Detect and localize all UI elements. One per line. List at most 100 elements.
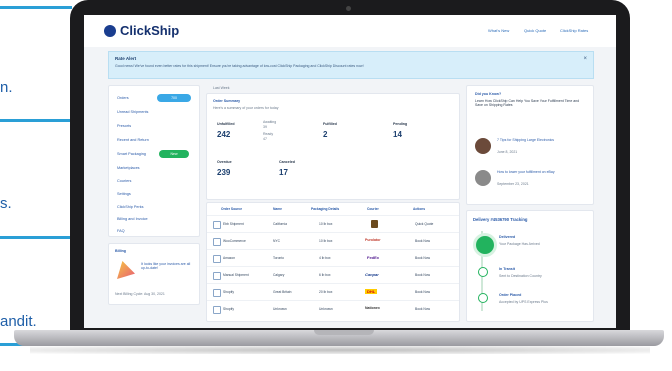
billing-title: Billing	[115, 249, 126, 253]
close-icon[interactable]: ×	[583, 56, 587, 62]
left-text-2: s.	[0, 195, 12, 212]
mini-b-value: 47	[263, 137, 267, 141]
checkbox-icon[interactable]	[213, 306, 221, 314]
news-text: Learn How ClickShip Can Help You Save Yo…	[475, 99, 580, 107]
step-text: Sent to Destination Country	[499, 274, 542, 278]
news-card: Did you Know? Learn How ClickShip Can He…	[466, 85, 594, 205]
article-thumbnail[interactable]	[475, 138, 491, 154]
checkbox-icon[interactable]	[213, 289, 221, 297]
col-name[interactable]: Name	[273, 207, 282, 211]
row-pack: 4 lb box	[319, 256, 331, 260]
table-row[interactable]: WooCommerce NYC 10 lb box Purolator Book…	[207, 232, 459, 250]
row-courier: DHL	[365, 289, 378, 294]
orders-table: Order Source Name Packaging Details Cour…	[206, 202, 460, 322]
row-action[interactable]: Book Now	[415, 273, 430, 277]
party-icon	[117, 261, 135, 279]
summary-filter[interactable]: Last Week	[213, 86, 229, 90]
step-text: Your Package Has Arrived	[499, 242, 540, 246]
left-text-1: n.	[0, 79, 13, 96]
sidebar-item-couriers[interactable]: Couriers	[117, 179, 131, 183]
check-icon	[478, 293, 488, 303]
article-title[interactable]: How to lower your fulfillment on eBay	[497, 170, 577, 174]
row-pack: 10 lb box	[319, 239, 333, 243]
table-row[interactable]: Shopify Unknown Unknown Nationex Book No…	[207, 300, 459, 318]
checkbox-icon[interactable]	[213, 238, 221, 246]
row-name: Unknown	[273, 307, 287, 311]
laptop-screen: ClickShip What's New Quick Quote ClickSh…	[84, 15, 616, 328]
nav-quick-quote[interactable]: Quick Quote	[524, 28, 546, 33]
row-pack: 20 lb box	[319, 290, 333, 294]
sidebar-item-orders[interactable]: Orders	[117, 96, 129, 100]
stat-pending-value: 14	[393, 130, 402, 139]
col-source[interactable]: Order Source	[221, 207, 242, 211]
sidebar-item-returns[interactable]: Recent and Return	[117, 138, 149, 142]
stat-overdue-label: Overdue	[217, 160, 232, 164]
new-badge: New	[159, 150, 189, 158]
mini-a-label: Awaiting	[263, 120, 277, 124]
table-row[interactable]: Manual Shipment Calgary 6 lb box Canpar …	[207, 266, 459, 284]
mini-b-label: Ready	[263, 132, 274, 136]
stat-fulfilled-label: Fulfilled	[323, 122, 337, 126]
box-icon	[371, 220, 378, 228]
col-packaging[interactable]: Packaging Details	[311, 207, 339, 211]
article-thumbnail[interactable]	[475, 170, 491, 186]
table-row[interactable]: Ebb Shipment California 10 lb box Quick …	[207, 215, 459, 233]
sidebar-item-marketplaces[interactable]: Marketplaces	[117, 166, 140, 170]
stat-canceled-label: Canceled	[279, 160, 295, 164]
row-action[interactable]: Quick Quote	[415, 222, 433, 226]
nav-rates[interactable]: ClickShip Rates	[560, 28, 588, 33]
row-source: Shopify	[223, 290, 234, 294]
row-source: Amazon	[223, 256, 236, 260]
step-title: In Transit	[499, 267, 515, 271]
sidebar-item-unread[interactable]: Unread Shipments	[117, 110, 148, 114]
left-divider-1	[0, 6, 72, 9]
sidebar-item-presorts[interactable]: Presorts	[117, 124, 131, 128]
sidebar-item-smart-packaging[interactable]: Smart Packaging	[117, 152, 146, 156]
row-name: NYC	[273, 239, 280, 243]
checkbox-icon[interactable]	[213, 255, 221, 263]
billing-footer: Next Billing Cycle: Aug 30, 2021	[115, 292, 165, 296]
summary-subtitle: Here's a summary of your orders for toda…	[213, 106, 279, 110]
row-courier: Nationex	[365, 306, 380, 310]
row-pack: 6 lb box	[319, 273, 331, 277]
row-action[interactable]: Book Now	[415, 307, 430, 311]
step-title: Order Placed	[499, 293, 522, 297]
row-courier: FedEx	[367, 255, 380, 260]
row-action[interactable]: Book Now	[415, 256, 430, 260]
row-source: WooCommerce	[223, 239, 246, 243]
news-title: Did you Know?	[475, 92, 502, 96]
step-title: Delivered	[499, 235, 516, 239]
sidebar-item-perks[interactable]: ClickShip Perks	[117, 205, 144, 209]
stat-overdue-value: 239	[217, 168, 231, 177]
orders-count-badge: 700	[157, 94, 191, 102]
sidebar-item-billing[interactable]: Billing and Invoice	[117, 217, 148, 221]
article-title[interactable]: 7 Tips for Shipping Large Electronics	[497, 138, 577, 142]
row-source: Manual Shipment	[223, 273, 249, 277]
camera-icon	[346, 6, 351, 11]
app-logo[interactable]: ClickShip	[120, 23, 179, 38]
article-date: June 8, 2021	[497, 150, 518, 154]
tracking-title: Delivery #4536790 Tracking	[473, 217, 528, 222]
stat-canceled-value: 17	[279, 168, 288, 177]
row-action[interactable]: Book Now	[415, 239, 430, 243]
left-divider-2	[0, 119, 72, 122]
col-actions[interactable]: Actions	[413, 207, 425, 211]
sidebar-item-faq[interactable]: FAQ	[117, 229, 125, 233]
row-action[interactable]: Book Now	[415, 290, 430, 294]
row-name: Toronto	[273, 256, 284, 260]
mini-a-value: 39	[263, 125, 267, 129]
table-row[interactable]: Amazon Toronto 4 lb box FedEx Book Now	[207, 249, 459, 267]
row-courier: Purolator	[365, 238, 381, 242]
checkbox-icon[interactable]	[213, 221, 221, 229]
nav-whats-new[interactable]: What's New	[488, 28, 509, 33]
checkbox-icon[interactable]	[213, 272, 221, 280]
row-courier: Canpar	[365, 272, 379, 277]
alert-title: Rate Alert	[115, 56, 137, 61]
sidebar: Orders 700 Unread Shipments Presorts Rec…	[108, 85, 200, 237]
col-courier[interactable]: Courier	[367, 207, 379, 211]
laptop-notch	[314, 330, 374, 335]
table-row[interactable]: Shopify Great Britain 20 lb box DHL Book…	[207, 283, 459, 301]
row-name: California	[273, 222, 287, 226]
summary-title: Order Summary	[213, 99, 241, 103]
sidebar-item-settings[interactable]: Settings	[117, 192, 131, 196]
